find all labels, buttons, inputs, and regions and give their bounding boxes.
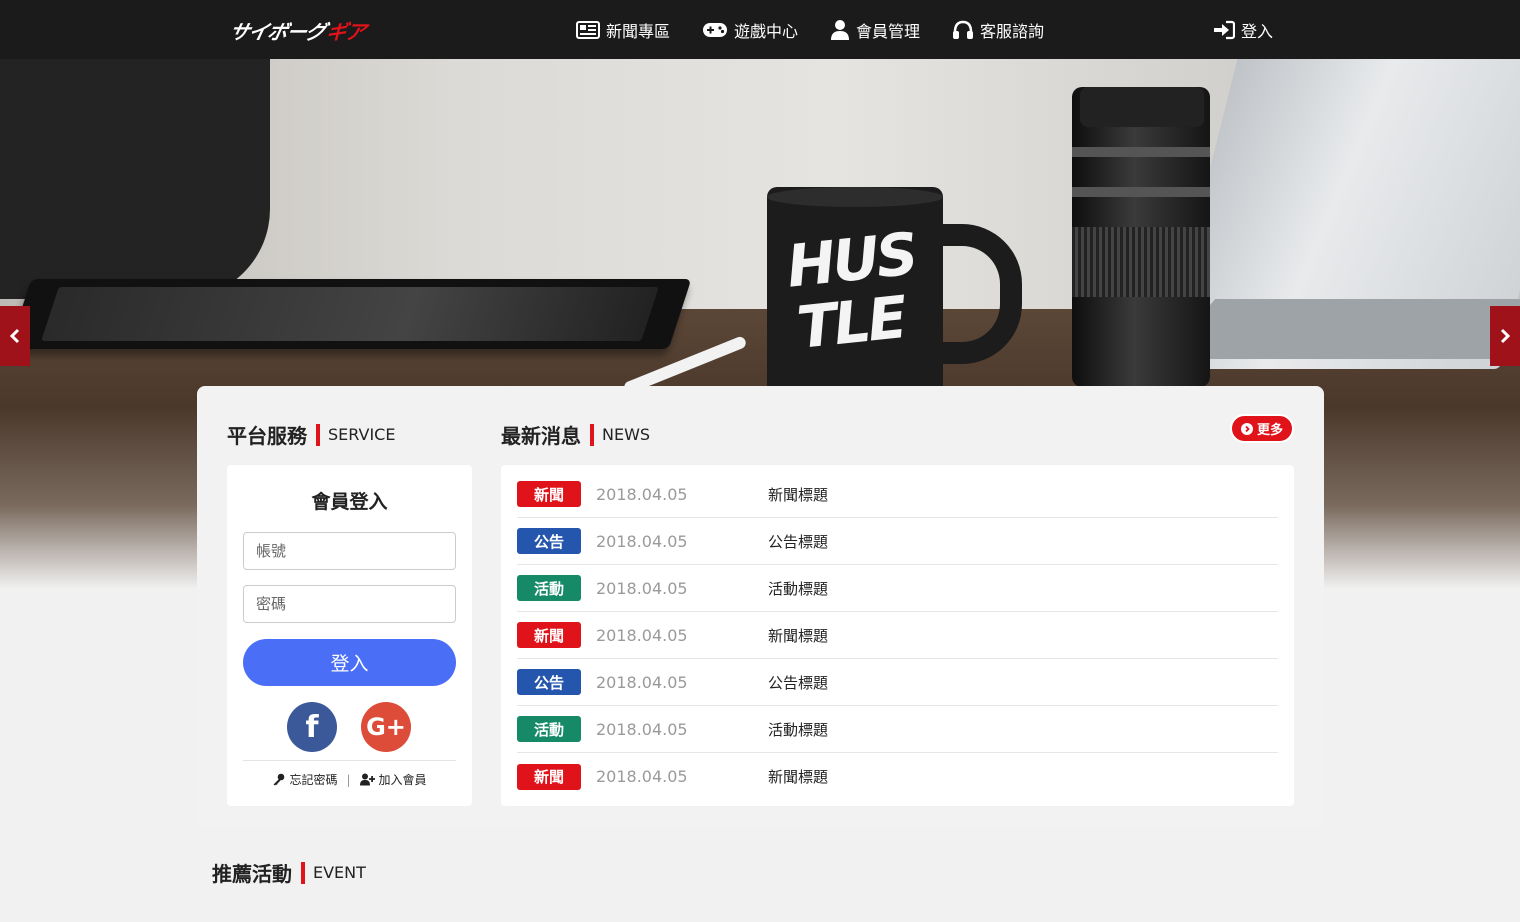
- nav-label-support: 客服諮詢: [980, 21, 1045, 41]
- news-date: 2018.04.05: [596, 719, 688, 739]
- service-title-zh: 平台服務: [227, 424, 307, 448]
- news-item[interactable]: 新聞 2018.04.05 新聞標題: [517, 612, 1278, 659]
- event-title-en: EVENT: [313, 863, 366, 882]
- hero-lens-cap: [1080, 87, 1204, 127]
- login-submit-button[interactable]: 登入: [243, 639, 456, 686]
- news-date: 2018.04.05: [596, 672, 688, 692]
- newspaper-icon: [576, 20, 600, 39]
- event-section-title: 推薦活動 EVENT: [212, 858, 366, 887]
- news-item[interactable]: 新聞 2018.04.05 新聞標題: [517, 471, 1278, 518]
- sign-in-icon: [1214, 20, 1235, 39]
- event-title-zh: 推薦活動: [212, 862, 292, 886]
- gamepad-icon: [703, 22, 728, 37]
- forgot-password-link[interactable]: 忘記密碼: [272, 771, 337, 788]
- facebook-login-button[interactable]: f: [287, 702, 337, 752]
- user-plus-icon: [359, 773, 375, 786]
- news-title: 公告標題: [768, 532, 829, 551]
- news-date: 2018.04.05: [596, 625, 688, 645]
- user-icon: [831, 19, 850, 40]
- google-login-button[interactable]: G+: [361, 702, 411, 752]
- news-item[interactable]: 活動 2018.04.05 活動標題: [517, 565, 1278, 612]
- title-accent-bar: [301, 861, 305, 884]
- service-title-en: SERVICE: [328, 425, 396, 444]
- key-icon: [273, 773, 285, 786]
- news-title-en: NEWS: [602, 425, 651, 444]
- nav-item-games[interactable]: 遊戲中心: [702, 18, 798, 42]
- member-login-card: 會員登入 登入 f G+ 忘記密碼 |: [227, 465, 472, 806]
- news-list: 新聞 2018.04.05 新聞標題 公告 2018.04.05 公告標題 活動…: [501, 465, 1294, 806]
- service-section-title: 平台服務 SERVICE: [227, 420, 395, 449]
- news-tag-badge: 公告: [517, 669, 581, 695]
- chevron-right-icon: [1500, 328, 1511, 344]
- news-more-button[interactable]: 更多: [1230, 414, 1294, 443]
- news-title: 新聞標題: [768, 485, 829, 504]
- news-tag-badge: 公告: [517, 528, 581, 554]
- news-item[interactable]: 活動 2018.04.05 活動標題: [517, 706, 1278, 753]
- news-more-label: 更多: [1256, 423, 1283, 438]
- nav-item-news[interactable]: 新聞專區: [576, 18, 670, 42]
- facebook-icon: f: [305, 709, 319, 745]
- news-tag-badge: 新聞: [517, 622, 581, 648]
- login-card-title: 會員登入: [311, 491, 388, 513]
- account-input[interactable]: [243, 532, 456, 570]
- news-tag-badge: 新聞: [517, 481, 581, 507]
- news-title-zh: 最新消息: [501, 424, 581, 448]
- news-item[interactable]: 公告 2018.04.05 公告標題: [517, 659, 1278, 706]
- hero-laptop-keyboard: [1164, 299, 1520, 359]
- logo-text-main: サイボーグ: [227, 19, 328, 44]
- nav-item-support[interactable]: 客服諮詢: [952, 18, 1044, 42]
- news-date: 2018.04.05: [596, 484, 688, 504]
- carousel-prev-button[interactable]: [0, 306, 30, 366]
- logo-text-accent: ギア: [324, 19, 368, 44]
- top-navbar: サイボーグ ギア 新聞專區 遊戲中心 會員管理 客服諮詢 登入: [0, 0, 1520, 59]
- nav-label-members: 會員管理: [856, 21, 921, 41]
- account-links: 忘記密碼 | 加入會員: [227, 771, 472, 788]
- news-item[interactable]: 公告 2018.04.05 公告標題: [517, 518, 1278, 565]
- hero-chair: [0, 59, 270, 299]
- nav-item-members[interactable]: 會員管理: [830, 18, 920, 42]
- title-accent-bar: [590, 423, 594, 446]
- card-divider: [243, 760, 456, 761]
- headphones-icon: [953, 20, 974, 39]
- news-title: 新聞標題: [768, 626, 829, 645]
- password-input[interactable]: [243, 585, 456, 623]
- hero-mug-text: HUS TLE: [784, 220, 925, 362]
- nav-label-news: 新聞專區: [606, 21, 671, 41]
- news-tag-badge: 活動: [517, 575, 581, 601]
- news-item[interactable]: 新聞 2018.04.05 新聞標題: [517, 753, 1278, 800]
- chevron-circle-right-icon: [1240, 422, 1253, 435]
- chevron-left-icon: [9, 328, 20, 344]
- site-logo[interactable]: サイボーグ ギア: [227, 18, 368, 44]
- join-member-link[interactable]: 加入會員: [359, 771, 427, 788]
- news-tag-badge: 活動: [517, 716, 581, 742]
- news-date: 2018.04.05: [596, 767, 688, 786]
- content-panel: 平台服務 SERVICE 會員登入 登入 f G+ 忘記密碼 |: [197, 386, 1324, 826]
- google-plus-icon: G+: [366, 713, 406, 741]
- forgot-password-label: 忘記密碼: [289, 773, 338, 787]
- join-member-label: 加入會員: [378, 773, 427, 787]
- news-title: 新聞標題: [768, 768, 829, 786]
- news-title: 活動標題: [768, 579, 829, 598]
- hero-camera-lens: [1072, 87, 1210, 387]
- news-title: 活動標題: [768, 720, 829, 739]
- header-login-link[interactable]: 登入: [1213, 0, 1273, 59]
- news-date: 2018.04.05: [596, 531, 688, 551]
- hero-tablet: [8, 279, 692, 349]
- main-nav: 新聞專區 遊戲中心 會員管理 客服諮詢: [576, 0, 1076, 59]
- links-separator: |: [346, 772, 351, 787]
- title-accent-bar: [316, 423, 320, 446]
- news-title: 公告標題: [768, 673, 829, 692]
- carousel-next-button[interactable]: [1490, 306, 1520, 366]
- news-tag-badge: 新聞: [517, 763, 581, 790]
- news-date: 2018.04.05: [596, 578, 688, 598]
- nav-label-games: 遊戲中心: [734, 21, 799, 41]
- header-login-label: 登入: [1241, 21, 1274, 41]
- mug-text-line-2: TLE: [794, 283, 908, 362]
- news-section-title: 最新消息 NEWS: [501, 420, 650, 449]
